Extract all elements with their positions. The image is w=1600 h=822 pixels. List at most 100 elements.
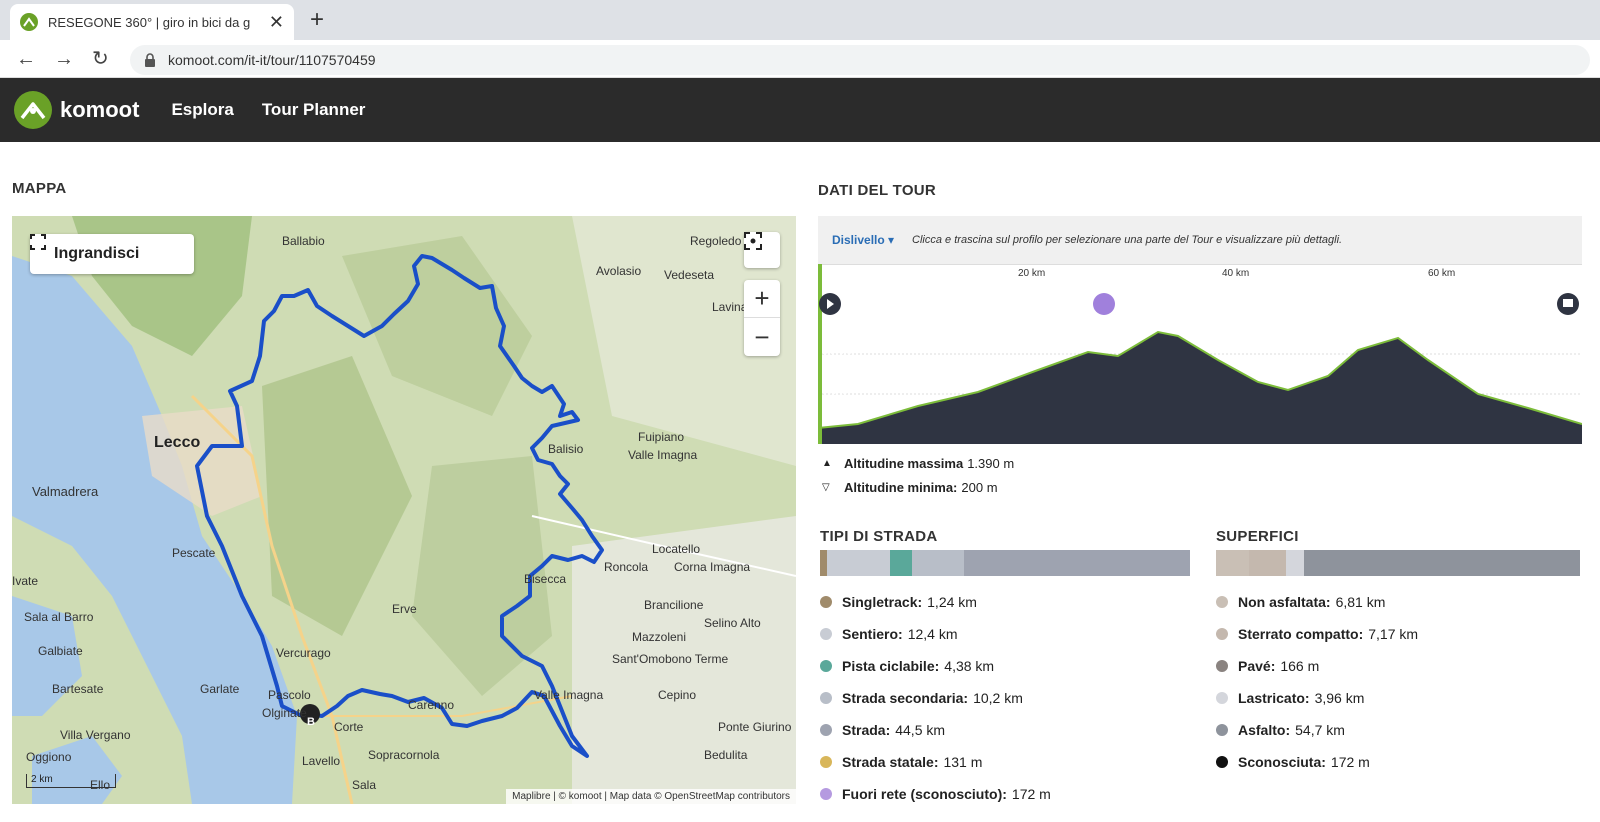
tour-map[interactable]: B Lecco Ballabio Regoledo Avolasio Vedes… <box>12 216 796 804</box>
map-label: Villa Vergano <box>60 728 131 742</box>
surfaces-legend-item[interactable]: Lastricato: 3,96 km <box>1216 682 1418 714</box>
brand-name[interactable]: komoot <box>60 97 139 123</box>
map-label: Mazzoleni <box>632 630 687 644</box>
legend-value: 10,2 km <box>973 690 1023 706</box>
surfaces-bar-segment[interactable] <box>1304 550 1581 576</box>
surfaces-legend-item[interactable]: Non asfaltata: 6,81 km <box>1216 586 1418 618</box>
back-icon[interactable]: ← <box>16 48 36 70</box>
legend-dot-icon <box>1216 756 1228 768</box>
legend-value: 12,4 km <box>907 626 958 642</box>
min-altitude: ▽ Altitudine minima: 200 m <box>822 480 998 495</box>
legend-value: 3,96 km <box>1314 690 1365 706</box>
zoom-in-button[interactable]: + <box>744 280 780 318</box>
zoom-out-button[interactable]: − <box>744 318 780 356</box>
legend-value: 44,5 km <box>895 722 946 738</box>
road_types-legend-item[interactable]: Strada statale: 131 m <box>820 746 1051 778</box>
km-tick: 20 km <box>1018 268 1046 279</box>
road_types-legend-item[interactable]: Fuori rete (sconosciuto): 172 m <box>820 778 1051 810</box>
legend-label: Sterrato compatto: <box>1238 626 1364 642</box>
road_types-bar-segment[interactable] <box>827 550 891 576</box>
road_types-bar-segment[interactable] <box>890 550 913 576</box>
legend-value: 131 m <box>943 754 983 770</box>
map-label: Garlate <box>200 682 240 696</box>
new-tab-icon[interactable]: + <box>310 6 324 34</box>
legend-label: Sconosciuta: <box>1238 754 1326 770</box>
legend-label: Non asfaltata: <box>1238 594 1331 610</box>
enlarge-map-button[interactable]: Ingrandisci <box>30 234 194 274</box>
road_types-bar-segment[interactable] <box>964 550 1190 576</box>
road_types-legend-item[interactable]: Strada: 44,5 km <box>820 714 1051 746</box>
map-label: Bartesate <box>52 682 104 696</box>
komoot-favicon-icon <box>20 13 38 31</box>
map-label: Roncola <box>604 560 649 574</box>
legend-dot-icon <box>1216 692 1228 704</box>
map-attribution[interactable]: Maplibre | © komoot | Map data © OpenStr… <box>506 789 796 804</box>
address-bar[interactable]: komoot.com/it-it/tour/1107570459 <box>130 45 1590 75</box>
legend-value: 166 m <box>1280 658 1320 674</box>
profile-header: Dislivello ▾ Clicca e trascina sul profi… <box>818 216 1582 264</box>
min-altitude-label: Altitudine minima: <box>844 480 958 495</box>
map-label: Fuipiano <box>638 430 685 444</box>
map-label: Regoledo <box>690 234 742 248</box>
focus-icon <box>744 232 762 250</box>
tour-section-title: DATI DEL TOUR <box>818 182 937 199</box>
road_types-bar-segment[interactable] <box>820 550 828 576</box>
surfaces-legend-item[interactable]: Sterrato compatto: 7,17 km <box>1216 618 1418 650</box>
surfaces-legend-item[interactable]: Asfalto: 54,7 km <box>1216 714 1418 746</box>
legend-dot-icon <box>820 596 832 608</box>
legend-dot-icon <box>820 788 832 800</box>
zoom-controls: + − <box>744 280 780 356</box>
enlarge-label: Ingrandisci <box>54 245 140 262</box>
start-marker[interactable]: B <box>307 716 315 728</box>
road-types-title: TIPI DI STRADA <box>820 528 938 545</box>
elevation-profile[interactable]: Dislivello ▾ Clicca e trascina sul profi… <box>818 216 1582 444</box>
tab-title: RESEGONE 360° | giro in bici da g <box>48 14 251 30</box>
road_types-legend-item[interactable]: Pista ciclabile: 4,38 km <box>820 650 1051 682</box>
browser-tab[interactable]: RESEGONE 360° | giro in bici da g ✕ <box>10 4 294 40</box>
map-label: Sant'Omobono Terme <box>612 652 729 666</box>
legend-dot-icon <box>820 756 832 768</box>
surfaces-bar-segment[interactable] <box>1249 550 1286 576</box>
map-label: Oggiono <box>26 750 72 764</box>
map-label-lecco: Lecco <box>154 434 201 451</box>
nav-esplora[interactable]: Esplora <box>171 100 233 120</box>
legend-label: Singletrack: <box>842 594 923 610</box>
site-header: komoot Esplora Tour Planner <box>0 78 1600 142</box>
surfaces-legend-item[interactable]: Pavé: 166 m <box>1216 650 1418 682</box>
reload-icon[interactable]: ↻ <box>92 48 109 70</box>
surfaces-title: SUPERFICI <box>1216 528 1299 545</box>
map-label: Galbiate <box>38 644 83 658</box>
surfaces-bar-segment[interactable] <box>1216 550 1250 576</box>
surfaces-legend: Non asfaltata: 6,81 km Sterrato compatto: 7… <box>1216 586 1418 778</box>
map-label: Balisio <box>548 442 584 456</box>
road_types-legend-item[interactable]: Singletrack: 1,24 km <box>820 586 1051 618</box>
surfaces-bar <box>1216 550 1584 576</box>
elev-tick: 500 m <box>822 386 848 396</box>
road_types-legend-item[interactable]: Sentiero: 12,4 km <box>820 618 1051 650</box>
close-tab-icon[interactable]: ✕ <box>269 12 284 33</box>
profile-chart <box>818 264 1582 444</box>
min-altitude-icon: ▽ <box>822 482 830 493</box>
map-label: Bisecca <box>524 572 567 586</box>
map-label: Vercurago <box>276 646 331 660</box>
legend-label: Lastricato: <box>1238 690 1310 706</box>
nav-tour-planner[interactable]: Tour Planner <box>262 100 366 120</box>
map-canvas <box>12 216 796 804</box>
map-label: Ponte Giurino <box>718 720 792 734</box>
fit-route-button[interactable] <box>744 232 780 268</box>
road_types-legend-item[interactable]: Strada secondaria: 10,2 km <box>820 682 1051 714</box>
min-altitude-value: 200 m <box>961 480 998 495</box>
profile-mode-dropdown[interactable]: Dislivello ▾ <box>832 233 894 247</box>
road_types-bar-segment[interactable] <box>912 550 965 576</box>
url-text: komoot.com/it-it/tour/1107570459 <box>168 52 376 68</box>
profile-hint: Clicca e trascina sul profilo per selezi… <box>912 234 1343 246</box>
komoot-logo-icon[interactable] <box>14 91 52 129</box>
map-section-title: MAPPA <box>12 180 67 197</box>
map-label: Locatello <box>652 542 701 556</box>
max-altitude: ▲ Altitudine massima 1.390 m <box>822 456 1014 471</box>
max-altitude-icon: ▲ <box>822 458 832 469</box>
surfaces-bar-segment[interactable] <box>1285 550 1305 576</box>
forward-icon[interactable]: → <box>54 48 74 70</box>
surfaces-legend-item[interactable]: Sconosciuta: 172 m <box>1216 746 1418 778</box>
legend-dot-icon <box>1216 660 1228 672</box>
